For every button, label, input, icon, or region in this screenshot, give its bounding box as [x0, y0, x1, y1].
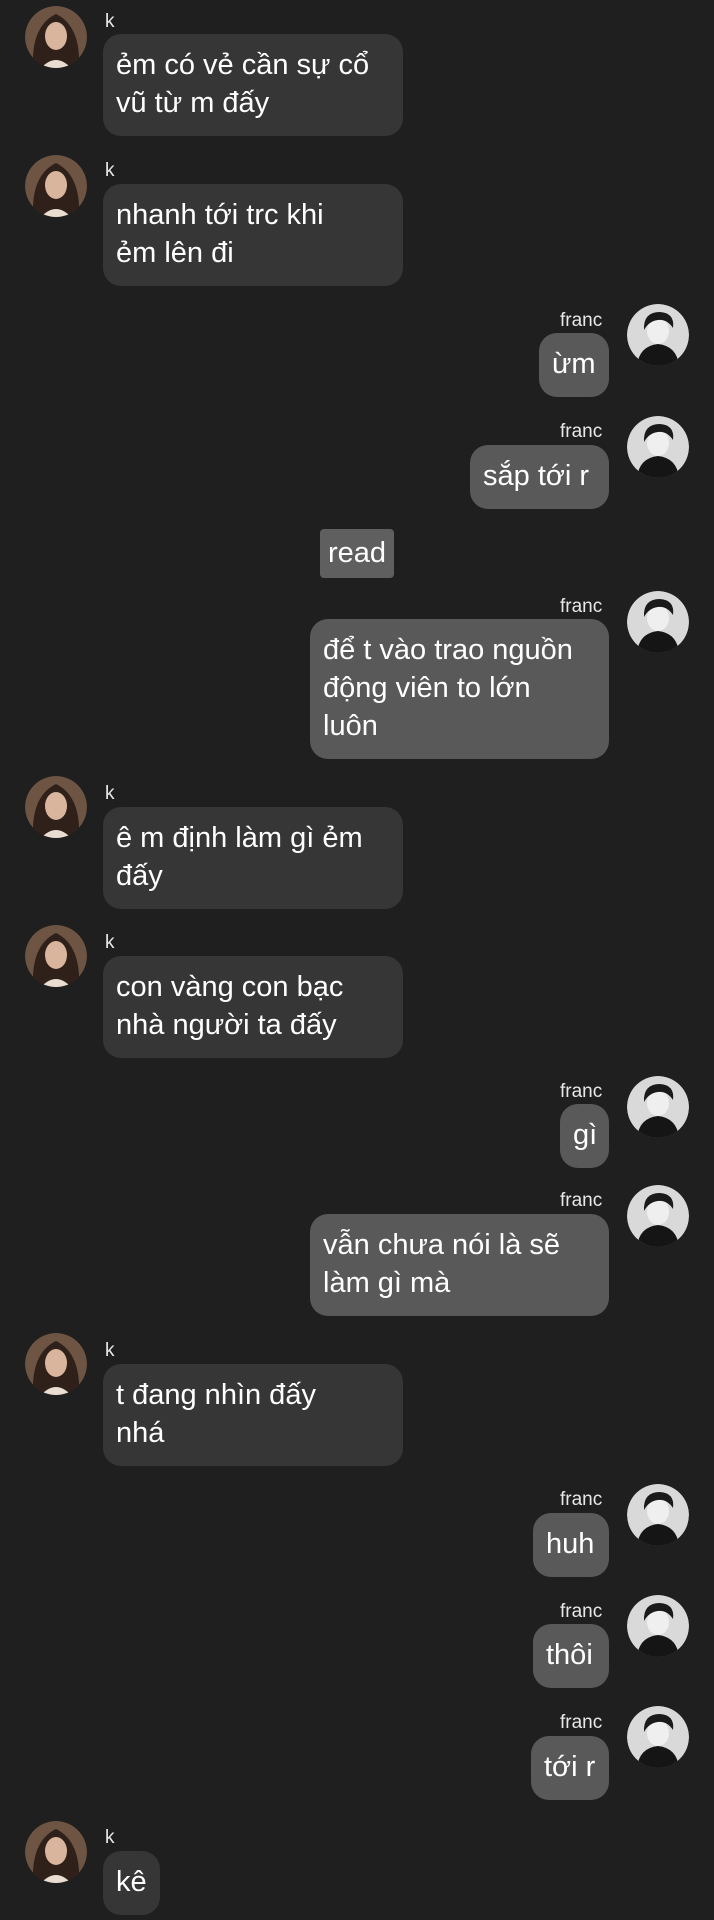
message-bubble[interactable]: ừm: [539, 333, 609, 397]
sender-name: franc: [560, 310, 603, 331]
avatar-franc[interactable]: [627, 1185, 689, 1247]
message-line: luôn: [323, 710, 378, 742]
message-line: nhà người ta đấy: [116, 1009, 337, 1041]
sender-name: franc: [560, 421, 603, 442]
message-line: ẻm lên đi: [116, 237, 234, 269]
message-line: tới r: [544, 1751, 596, 1783]
sender-name: franc: [560, 596, 603, 617]
message-bubble[interactable]: vẫn chưa nói là sẽ làm gì mà: [310, 1214, 609, 1316]
avatar-k[interactable]: [25, 925, 87, 987]
avatar-franc[interactable]: [627, 416, 689, 478]
sender-name: k: [105, 160, 115, 181]
message-line: t đang nhìn đấy: [116, 1379, 316, 1411]
avatar-k[interactable]: [25, 6, 87, 68]
avatar-franc[interactable]: [627, 1484, 689, 1546]
message-bubble[interactable]: ê m định làm gì ẻm đấy: [103, 807, 403, 909]
message-line: làm gì mà: [323, 1267, 451, 1299]
message-bubble[interactable]: sắp tới r: [470, 445, 609, 509]
message-line: để t vào trao nguồn: [323, 634, 573, 666]
message-bubble[interactable]: tới r: [531, 1736, 609, 1800]
message-line: ẻm có vẻ cần sự cổ: [116, 49, 370, 81]
sender-name: k: [105, 1827, 115, 1848]
avatar-franc[interactable]: [627, 591, 689, 653]
chat-feed[interactable]: k ẻm có vẻ cần sự cổ vũ từ m đấy k nhanh…: [0, 0, 714, 1920]
message-line: kê: [116, 1866, 147, 1898]
avatar-k[interactable]: [25, 776, 87, 838]
message-line: đấy: [116, 860, 163, 892]
avatar-k[interactable]: [25, 1821, 87, 1883]
avatar-franc[interactable]: [627, 1595, 689, 1657]
message-line: nhá: [116, 1417, 165, 1449]
message-bubble[interactable]: con vàng con bạc nhà người ta đấy: [103, 956, 403, 1058]
message-bubble[interactable]: để t vào trao nguồn động viên to lớn luô…: [310, 619, 609, 759]
sender-name: k: [105, 1340, 115, 1361]
message-bubble[interactable]: gì: [560, 1104, 609, 1168]
message-line: ê m định làm gì ẻm: [116, 822, 363, 854]
read-indicator: read: [320, 529, 395, 578]
avatar-franc[interactable]: [627, 1706, 689, 1768]
message-bubble[interactable]: kê: [103, 1851, 160, 1915]
avatar-franc[interactable]: [627, 304, 689, 366]
sender-name: k: [105, 783, 115, 804]
sender-name: franc: [560, 1081, 603, 1102]
sender-name: franc: [560, 1712, 603, 1733]
message-line: vẫn chưa nói là sẽ: [323, 1229, 561, 1261]
message-line: gì: [573, 1119, 598, 1151]
sender-name: franc: [560, 1489, 603, 1510]
message-line: sắp tới r: [483, 460, 590, 492]
avatar-franc[interactable]: [627, 1076, 689, 1138]
message-line: thôi: [546, 1639, 593, 1671]
message-line: huh: [546, 1528, 595, 1560]
sender-name: franc: [560, 1190, 603, 1211]
message-bubble[interactable]: ẻm có vẻ cần sự cổ vũ từ m đấy: [103, 34, 403, 136]
message-bubble[interactable]: nhanh tới trc khi ẻm lên đi: [103, 184, 403, 286]
avatar-k[interactable]: [25, 1333, 87, 1395]
message-bubble[interactable]: huh: [533, 1513, 609, 1577]
message-line: vũ từ m đấy: [116, 87, 270, 119]
message-line: động viên to lớn: [323, 672, 531, 704]
message-bubble[interactable]: thôi: [533, 1624, 609, 1688]
message-bubble[interactable]: t đang nhìn đấy nhá: [103, 1364, 403, 1466]
sender-name: franc: [560, 1601, 603, 1622]
message-line: ừm: [552, 348, 596, 380]
message-line: nhanh tới trc khi: [116, 199, 324, 231]
sender-name: k: [105, 11, 115, 32]
avatar-k[interactable]: [25, 155, 87, 217]
message-line: con vàng con bạc: [116, 971, 344, 1003]
sender-name: k: [105, 932, 115, 953]
